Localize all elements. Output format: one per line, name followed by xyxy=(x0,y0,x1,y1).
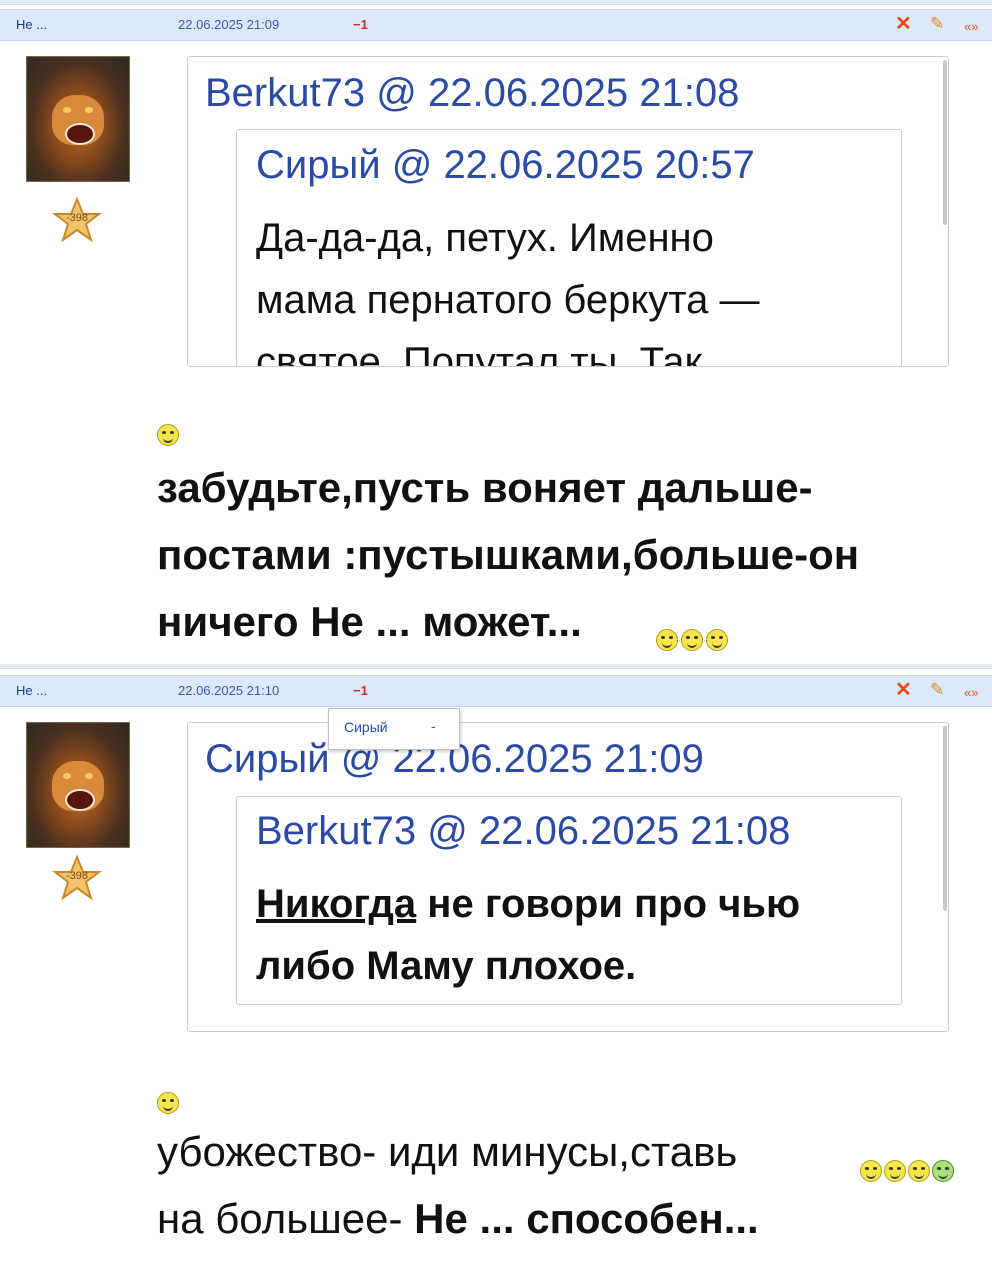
rating-value: -398 xyxy=(65,212,89,224)
quote-line: Да-да-да, петух. Именно xyxy=(256,216,714,260)
quote-header: Berkut73 @ 22.06.2025 21:08 xyxy=(205,71,739,116)
quote-line: либо Маму плохое. xyxy=(256,944,637,988)
quote-line: святое. Попутал ты. Так xyxy=(256,340,702,367)
message-text: забудьте,пусть воняет дальше- постами :п… xyxy=(157,454,859,655)
underlined-word: Никогда xyxy=(256,882,417,926)
rating-value: -398 xyxy=(65,870,89,882)
smiley-icon xyxy=(681,629,703,651)
separator-line xyxy=(0,0,992,5)
nested-quote-header: Сирый @ 22.06.2025 20:57 xyxy=(256,143,755,188)
nested-quote-author-link[interactable]: Сирый xyxy=(256,143,381,187)
nested-quote-block: Сирый @ 22.06.2025 20:57 Да-да-да, петух… xyxy=(236,129,902,367)
separator-line xyxy=(0,664,992,669)
avatar[interactable] xyxy=(26,722,130,848)
message-text: убожество- иди минусы,ставь на большее- … xyxy=(157,1118,759,1252)
message-line: постами :пустышками,больше-он xyxy=(157,531,860,578)
nested-quote-header: Berkut73 @ 22.06.2025 21:08 xyxy=(256,809,790,854)
tooltip-user-link[interactable]: Сирый xyxy=(344,719,388,735)
post-author-link[interactable]: Не ... xyxy=(16,17,47,32)
post-1: Не ... 22.06.2025 21:09 −1 ✕ ✎ «» -398 B… xyxy=(0,0,992,664)
post-author-link[interactable]: Не ... xyxy=(16,683,47,698)
post-2: Не ... 22.06.2025 21:10 −1 ✕ ✎ «» -398 С… xyxy=(0,664,992,1268)
post-header: Не ... 22.06.2025 21:09 −1 ✕ ✎ «» xyxy=(0,9,992,41)
edit-icon[interactable]: ✎ xyxy=(930,13,944,35)
quote-line: не говори про чью xyxy=(416,882,801,926)
quote-scrollbar[interactable] xyxy=(943,726,947,911)
quote-block: Berkut73 @ 22.06.2025 21:08 Сирый @ 22.0… xyxy=(187,56,949,367)
nested-quote-text: Никогда не говори про чью либо Маму плох… xyxy=(256,873,800,997)
message-line: на большее- xyxy=(157,1195,415,1242)
quote-icon[interactable]: «» xyxy=(964,682,978,704)
post-score[interactable]: −1 xyxy=(353,17,368,32)
post-score[interactable]: −1 xyxy=(353,683,368,698)
user-tooltip: Сирый - xyxy=(328,708,460,750)
quote-author-link[interactable]: Сирый xyxy=(205,737,330,781)
post-header: Не ... 22.06.2025 21:10 −1 ✕ ✎ «» xyxy=(0,675,992,707)
nested-quote-date-link[interactable]: 22.06.2025 21:08 xyxy=(479,809,790,853)
laugh-icon xyxy=(908,1160,930,1182)
laugh-icon xyxy=(860,1160,882,1182)
quote-date-link[interactable]: 22.06.2025 21:08 xyxy=(428,71,739,115)
message-bold-text: Не ... способен... xyxy=(414,1195,759,1242)
post-date: 22.06.2025 21:10 xyxy=(178,683,280,698)
smiley-icon xyxy=(157,424,179,446)
nested-quote-sep: @ xyxy=(427,809,468,853)
rating-star-icon: -398 xyxy=(52,854,102,901)
message-line: ничего Не ... может... xyxy=(157,598,582,645)
delete-icon[interactable]: ✕ xyxy=(895,13,912,35)
quote-block: Сирый @ 22.06.2025 21:09 Berkut73 @ 22.0… xyxy=(187,722,949,1032)
quote-line: мама пернатого беркута — xyxy=(256,278,760,322)
quote-icon[interactable]: «» xyxy=(964,16,978,38)
nested-quote-text: Да-да-да, петух. Именно мама пернатого б… xyxy=(256,207,760,367)
post-date: 22.06.2025 21:09 xyxy=(178,17,280,32)
message-line: забудьте,пусть воняет дальше- xyxy=(157,464,813,511)
laugh-icon xyxy=(656,629,678,651)
nested-quote-date-link[interactable]: 22.06.2025 20:57 xyxy=(443,143,754,187)
nested-quote-author-link[interactable]: Berkut73 xyxy=(256,809,416,853)
edit-icon[interactable]: ✎ xyxy=(930,679,944,701)
quote-sep: @ xyxy=(376,71,417,115)
nested-quote-block: Berkut73 @ 22.06.2025 21:08 Никогда не г… xyxy=(236,796,902,1005)
tooltip-dash: - xyxy=(431,718,436,734)
quote-author-link[interactable]: Berkut73 xyxy=(205,71,365,115)
message-line: убожество- иди минусы,ставь xyxy=(157,1128,738,1175)
wink-icon xyxy=(706,629,728,651)
delete-icon[interactable]: ✕ xyxy=(895,679,912,701)
nested-quote-sep: @ xyxy=(391,143,433,187)
smiley-icon xyxy=(157,1092,179,1114)
avatar[interactable] xyxy=(26,56,130,182)
sick-smiley-icon xyxy=(932,1160,954,1182)
laugh-icon xyxy=(884,1160,906,1182)
rating-star-icon: -398 xyxy=(52,196,102,243)
quote-scrollbar[interactable] xyxy=(943,60,947,225)
